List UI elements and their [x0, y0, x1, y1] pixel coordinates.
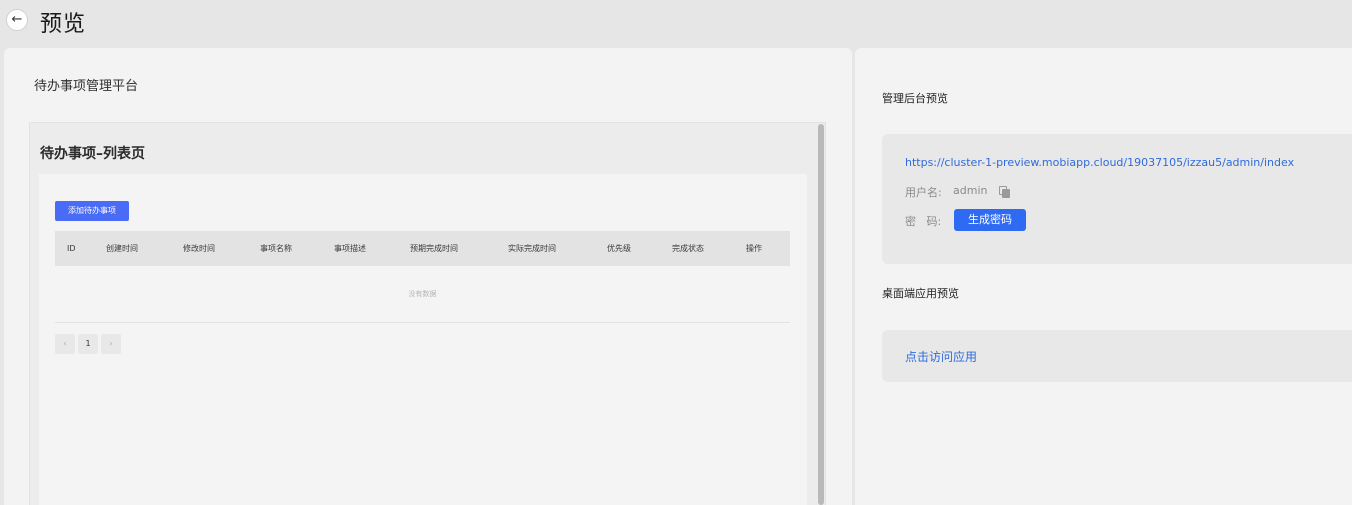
pager-page-1[interactable]: 1 [78, 334, 98, 354]
column-header-priority: 优先级 [607, 244, 631, 253]
column-header-actual-time: 实际完成时间 [508, 244, 556, 253]
table-header: ID 创建时间 修改时间 事项名称 事项描述 预期完成时间 实际完成时间 优先级… [55, 231, 790, 266]
app-scrollbar[interactable] [818, 124, 824, 505]
generate-password-button[interactable]: 生成密码 [954, 209, 1026, 231]
page-title: 预览 [40, 12, 87, 37]
pager-next-button[interactable]: › [101, 334, 121, 354]
empty-text: 没有数据 [408, 290, 437, 298]
admin-preview-title: 管理后台预览 [882, 92, 948, 105]
column-header-actions: 操作 [746, 244, 762, 253]
column-header-created: 创建时间 [106, 244, 138, 253]
back-arrow-icon[interactable]: ← [6, 9, 28, 31]
username-value: admin [953, 184, 988, 197]
preview-info-panel: 管理后台预览 https://cluster-1-preview.mobiapp… [855, 48, 1352, 505]
add-todo-button[interactable]: 添加待办事项 [55, 201, 129, 221]
admin-preview-card: https://cluster-1-preview.mobiapp.cloud/… [882, 134, 1352, 264]
app-page-title: 待办事项–列表页 [40, 146, 145, 162]
desktop-preview-card: 点击访问应用 [882, 330, 1352, 382]
column-header-description: 事项描述 [334, 244, 366, 253]
top-bar: ← 预览 [0, 0, 1352, 46]
column-header-status: 完成状态 [672, 244, 704, 253]
app-content: 添加待办事项 ID 创建时间 修改时间 事项名称 事项描述 预期完成时间 实际完… [39, 174, 807, 505]
column-header-expected-time: 预期完成时间 [410, 244, 458, 253]
password-label: 密 码: [905, 215, 942, 228]
app-preview-frame: 待办事项–列表页 添加待办事项 ID 创建时间 修改时间 事项名称 事项描述 预… [29, 122, 826, 505]
pager-prev-button[interactable]: ‹ [55, 334, 75, 354]
desktop-preview-title: 桌面端应用预览 [882, 287, 959, 300]
platform-title: 待办事项管理平台 [34, 79, 139, 94]
table-empty-row: 没有数据 [55, 266, 790, 323]
column-header-id: ID [67, 244, 76, 253]
column-header-modified: 修改时间 [183, 244, 215, 253]
column-header-name: 事项名称 [260, 244, 292, 253]
admin-url-link[interactable]: https://cluster-1-preview.mobiapp.cloud/… [905, 156, 1294, 169]
copy-icon[interactable] [999, 186, 1011, 198]
visit-app-link[interactable]: 点击访问应用 [905, 348, 977, 365]
username-label: 用户名: [905, 186, 942, 199]
app-preview-panel: 待办事项管理平台 待办事项–列表页 添加待办事项 ID 创建时间 修改时间 事项… [4, 48, 852, 505]
